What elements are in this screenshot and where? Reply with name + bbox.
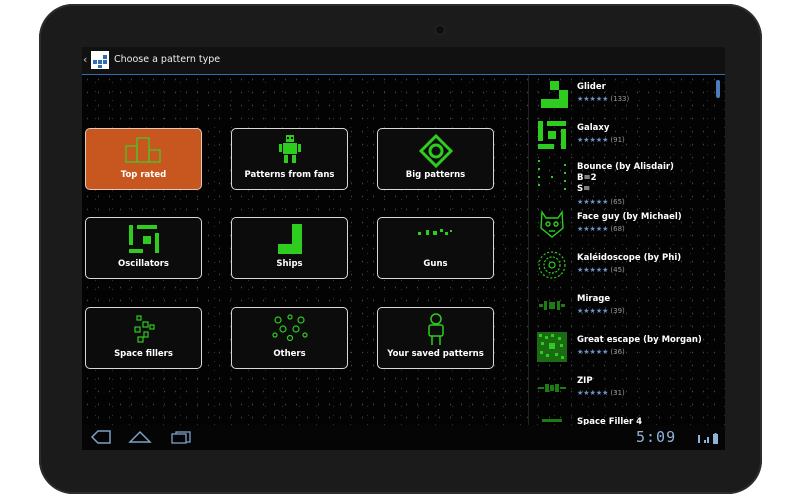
category-big-patterns[interactable]: Big patterns (377, 128, 494, 190)
screen: ‹ Choose a pattern type Top rated Patter… (82, 47, 725, 450)
battery-icon (713, 433, 718, 444)
category-label: Big patterns (405, 170, 466, 180)
star-rating: ★★★★★ (45) (577, 266, 625, 274)
system-clock: 5:09 (636, 428, 677, 446)
category-space-fillers[interactable]: Space fillers (85, 307, 202, 369)
home-icon[interactable] (128, 430, 152, 444)
category-label: Guns (423, 259, 448, 269)
star-rating: ★★★★★ (91) (577, 136, 625, 144)
list-item-zip[interactable]: ZIP ★★★★★ (31) (532, 369, 717, 410)
pattern-name: ZIP (577, 376, 593, 386)
others-icon (271, 314, 308, 342)
star-rating: ★★★★★ (36) (577, 348, 625, 356)
pattern-name: Space Filler 4 (577, 417, 643, 425)
ship-icon (277, 224, 302, 254)
top-rated-list[interactable]: Glider ★★★★★ (133) Galaxy ★★★★★ (91) Bounc… (532, 75, 717, 425)
category-label: Others (273, 349, 306, 359)
pattern-name: Kaléidoscope (by Phi) (577, 253, 682, 263)
list-item-kaleidoscope[interactable]: Kaléidoscope (by Phi) ★★★★★ (45) (532, 246, 717, 287)
oscillator-icon (128, 225, 159, 253)
back-chevron-icon[interactable]: ‹ (83, 53, 87, 66)
star-rating: ★★★★★ (39) (577, 307, 625, 315)
face-guy-icon (540, 209, 564, 238)
list-item-space-filler-4[interactable]: Space Filler 4 (532, 410, 717, 425)
category-label: Oscillators (118, 259, 169, 269)
wifi-icon (704, 437, 709, 443)
robot-icon (278, 135, 301, 163)
category-oscillators[interactable]: Oscillators (85, 217, 202, 279)
bounce-icon (538, 160, 566, 190)
back-icon[interactable] (90, 430, 112, 444)
list-item-great-escape[interactable]: Great escape (by Morgan) ★★★★★ (36) (532, 328, 717, 369)
system-navigation-bar: 5:09 (82, 425, 725, 450)
category-top-rated[interactable]: Top rated (85, 128, 202, 190)
pattern-name: Mirage (577, 294, 611, 304)
list-scrollbar[interactable] (716, 80, 720, 98)
big-pattern-icon (418, 134, 453, 168)
page-title: Choose a pattern type (114, 54, 221, 65)
list-item-galaxy[interactable]: Galaxy ★★★★★ (91) (532, 116, 717, 157)
category-label: Space fillers (114, 349, 173, 359)
category-others[interactable]: Others (231, 307, 348, 369)
space-filler-4-icon (542, 419, 562, 422)
usb-icon (698, 435, 700, 443)
recent-apps-icon[interactable] (170, 430, 192, 444)
list-item-glider[interactable]: Glider ★★★★★ (133) (532, 75, 717, 116)
mirage-icon (539, 301, 565, 310)
star-rating: ★★★★★ (31) (577, 389, 625, 397)
pattern-name: Face guy (by Michael) (577, 212, 682, 222)
category-label: Ships (276, 259, 303, 269)
pattern-name: Great escape (by Morgan) (577, 335, 702, 345)
category-ships[interactable]: Ships (231, 217, 348, 279)
list-item-bounce[interactable]: Bounce (by Alisdair) B=2 S= ★★★★★ (65) (532, 155, 717, 206)
panel-divider (528, 75, 529, 425)
list-item-mirage[interactable]: Mirage ★★★★★ (39) (532, 287, 717, 328)
kaleidoscope-icon (538, 251, 566, 279)
glider-icon (541, 81, 568, 108)
star-rating: ★★★★★ (68) (577, 225, 625, 233)
category-patterns-from-fans[interactable]: Patterns from fans (231, 128, 348, 190)
gun-icon (417, 229, 452, 235)
pattern-name: Bounce (by Alisdair) B=2 S= (577, 162, 674, 194)
category-guns[interactable]: Guns (377, 217, 494, 279)
zip-icon (538, 384, 566, 392)
pattern-name: Glider (577, 82, 606, 92)
star-rating: ★★★★★ (133) (577, 95, 630, 103)
app-logo-icon[interactable] (90, 50, 110, 70)
category-label: Your saved patterns (387, 349, 484, 359)
category-label: Patterns from fans (244, 170, 335, 180)
list-item-face-guy[interactable]: Face guy (by Michael) ★★★★★ (68) (532, 205, 717, 246)
great-escape-icon (537, 332, 567, 362)
camera-icon (436, 26, 444, 34)
space-filler-icon (133, 315, 155, 343)
person-icon (427, 313, 444, 345)
galaxy-icon (538, 121, 566, 149)
podium-icon (124, 137, 161, 163)
action-bar: ‹ Choose a pattern type (82, 47, 725, 75)
category-label: Top rated (120, 170, 167, 180)
category-your-saved-patterns[interactable]: Your saved patterns (377, 307, 494, 369)
pattern-name: Galaxy (577, 123, 610, 133)
